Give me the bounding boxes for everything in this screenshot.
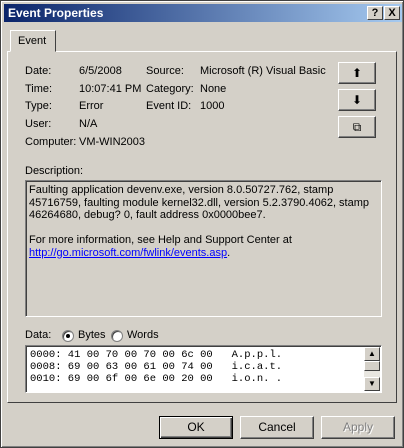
data-scrollbar[interactable]: ▲ ▼ — [364, 347, 380, 391]
copy-icon: ⧉ — [352, 120, 362, 134]
tab-event[interactable]: Event — [10, 30, 56, 52]
source-label: Source: — [146, 65, 184, 77]
bytes-radio[interactable] — [62, 330, 74, 342]
data-box[interactable]: 0000: 41 00 70 00 70 00 6c 00 A.p.p.l. 0… — [25, 345, 382, 393]
description-text[interactable]: Faulting application devenv.exe, version… — [25, 180, 382, 317]
category-label: Category: — [146, 83, 194, 95]
copy-button[interactable]: ⧉ — [338, 116, 376, 138]
close-button[interactable]: X — [384, 6, 400, 20]
help-button[interactable]: ? — [367, 6, 383, 20]
type-value: Error — [79, 100, 104, 112]
data-row: 0008: 69 00 63 00 61 00 74 00 i.c.a.t. — [30, 361, 283, 373]
type-label: Type: — [25, 100, 52, 112]
apply-button[interactable]: Apply — [321, 416, 395, 439]
link-suffix: . — [227, 246, 231, 259]
user-label: User: — [25, 118, 52, 130]
scroll-down-icon[interactable]: ▼ — [364, 377, 380, 391]
scroll-up-icon[interactable]: ▲ — [364, 347, 380, 361]
time-label: Time: — [25, 83, 53, 95]
window-title: Event Properties — [8, 6, 104, 20]
event-properties-window: Event Properties ? X Event Date: 6/5/200… — [0, 0, 404, 448]
arrow-down-icon: ⬇ — [351, 93, 363, 107]
words-label[interactable]: Words — [127, 329, 159, 341]
cancel-button[interactable]: Cancel — [240, 416, 314, 439]
scroll-thumb[interactable] — [364, 361, 380, 371]
data-row: 0010: 69 00 6f 00 6e 00 20 00 i.o.n. . — [30, 373, 283, 385]
description-label: Description: — [25, 165, 84, 177]
words-radio[interactable] — [111, 330, 123, 342]
date-value: 6/5/2008 — [79, 65, 122, 77]
category-value: None — [200, 83, 227, 95]
previous-event-button[interactable]: ⬆ — [338, 62, 376, 84]
eventid-value: 1000 — [200, 100, 225, 112]
arrow-up-icon: ⬆ — [351, 66, 363, 80]
computer-value: VM-WIN2003 — [79, 136, 146, 148]
time-value: 10:07:41 PM — [79, 83, 142, 95]
help-link[interactable]: http://go.microsoft.com/fwlink/events.as… — [29, 247, 227, 259]
data-label: Data: — [25, 329, 52, 341]
computer-label: Computer: — [25, 136, 77, 148]
title-bar[interactable]: Event Properties ? X — [4, 4, 402, 22]
date-label: Date: — [25, 65, 52, 77]
bytes-label[interactable]: Bytes — [78, 329, 106, 341]
source-value: Microsoft (R) Visual Basic — [200, 65, 326, 77]
ok-button[interactable]: OK — [159, 416, 233, 439]
data-row: 0000: 41 00 70 00 70 00 6c 00 A.p.p.l. — [30, 349, 283, 361]
user-value: N/A — [79, 118, 98, 130]
next-event-button[interactable]: ⬇ — [338, 89, 376, 111]
eventid-label: Event ID: — [146, 100, 192, 112]
